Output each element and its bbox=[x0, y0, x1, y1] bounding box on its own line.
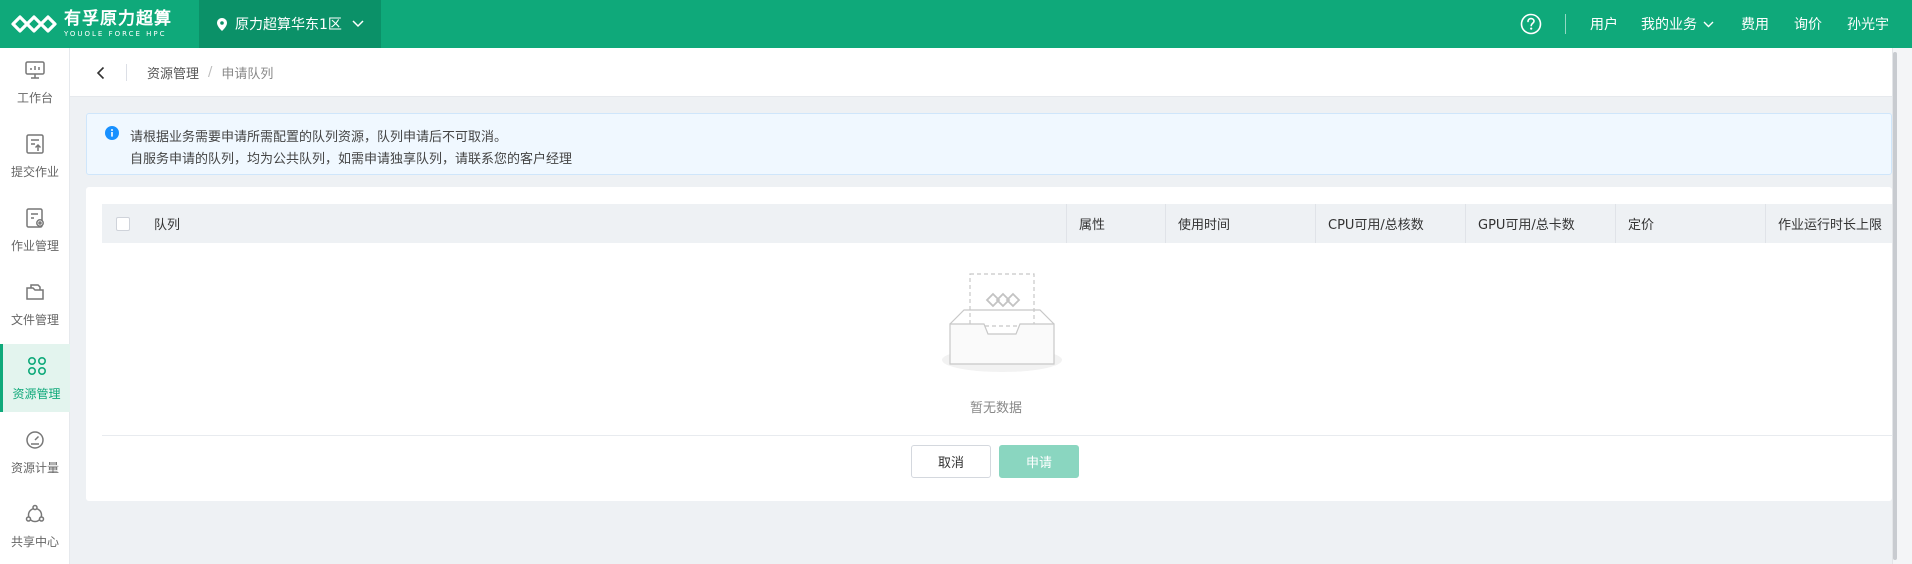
column-header-usage-time: 使用时间 bbox=[1165, 204, 1315, 243]
breadcrumb-parent-link[interactable]: 资源管理 bbox=[147, 63, 199, 82]
column-header-price: 定价 bbox=[1615, 204, 1765, 243]
sidebar-item-label: 共享中心 bbox=[10, 535, 59, 549]
back-arrow-icon[interactable] bbox=[92, 64, 110, 82]
info-notice: 请根据业务需要申请所需配置的队列资源，队列申请后不可取消。 自服务申请的队列，均… bbox=[86, 113, 1892, 175]
sidebar-item-submit-job[interactable]: 提交作业 bbox=[0, 122, 70, 190]
user-name-menu[interactable]: 孙光宇 bbox=[1847, 0, 1889, 48]
info-icon bbox=[105, 126, 119, 140]
nav-divider bbox=[1565, 14, 1566, 34]
region-selector[interactable]: 原力超算华东1区 bbox=[199, 0, 381, 48]
location-pin-icon bbox=[217, 17, 227, 31]
sidebar-item-share-center[interactable]: 共享中心 bbox=[0, 492, 70, 560]
column-header-queue: 队列 bbox=[154, 218, 181, 233]
sidebar-item-resource-metering[interactable]: 资源计量 bbox=[0, 418, 70, 486]
logo[interactable]: 有孚原力超算 YOUOLE FORCE HPC bbox=[10, 6, 172, 42]
sidebar-item-resource-management[interactable]: 资源管理 bbox=[0, 344, 70, 412]
divider bbox=[102, 435, 1892, 436]
submit-job-icon bbox=[26, 134, 44, 154]
column-header-cpu: CPU可用/总核数 bbox=[1315, 204, 1465, 243]
notice-line-1: 请根据业务需要申请所需配置的队列资源，队列申请后不可取消。 bbox=[130, 130, 508, 145]
gauge-icon bbox=[26, 431, 44, 449]
column-header-gpu: GPU可用/总卡数 bbox=[1465, 204, 1615, 243]
nav-users-link[interactable]: 用户 bbox=[1590, 0, 1618, 48]
logo-text-en: YOUOLE FORCE HPC bbox=[64, 29, 167, 38]
chevron-down-icon bbox=[1703, 21, 1714, 27]
region-label: 原力超算华东1区 bbox=[235, 17, 342, 33]
logo-icon bbox=[11, 15, 57, 33]
queue-table-card: 队列 属性 使用时间 CPU可用/总核数 GPU可用/总卡数 定价 作业运行时长… bbox=[86, 187, 1892, 501]
breadcrumb: 资源管理 / 申请队列 bbox=[147, 48, 273, 97]
nav-fees-link[interactable]: 费用 bbox=[1741, 0, 1769, 48]
sidebar-item-label: 文件管理 bbox=[10, 313, 59, 327]
sidebar-item-file-management[interactable]: 文件管理 bbox=[0, 270, 70, 338]
job-manage-icon bbox=[26, 208, 44, 228]
folder-icon bbox=[26, 284, 44, 300]
sidebar: 工作台 提交作业 作业管理 文件管理 资源管理 资源计量 共享中心 bbox=[0, 48, 70, 564]
empty-state-text: 暂无数据 bbox=[969, 401, 1022, 416]
nav-my-business-menu[interactable]: 我的业务 bbox=[1641, 0, 1714, 48]
share-icon bbox=[25, 504, 45, 523]
breadcrumb-separator: / bbox=[208, 65, 213, 80]
chevron-down-icon bbox=[352, 20, 364, 28]
breadcrumb-bar: 资源管理 / 申请队列 bbox=[70, 48, 1892, 97]
cancel-button[interactable]: 取消 bbox=[911, 445, 991, 478]
nav-inquiry-link[interactable]: 询价 bbox=[1794, 0, 1822, 48]
column-header-max-runtime: 作业运行时长上限 bbox=[1765, 204, 1892, 243]
breadcrumb-current: 申请队列 bbox=[221, 67, 274, 82]
sidebar-item-workbench[interactable]: 工作台 bbox=[0, 48, 70, 116]
sidebar-item-job-management[interactable]: 作业管理 bbox=[0, 196, 70, 264]
table-header: 队列 属性 使用时间 CPU可用/总核数 GPU可用/总卡数 定价 作业运行时长… bbox=[102, 204, 1892, 243]
logo-text-cn: 有孚原力超算 bbox=[64, 8, 172, 29]
monitor-icon bbox=[25, 61, 45, 79]
breadcrumb-divider bbox=[126, 64, 127, 81]
sidebar-item-label: 作业管理 bbox=[10, 239, 59, 253]
sidebar-item-label: 提交作业 bbox=[10, 165, 59, 179]
help-icon[interactable] bbox=[1520, 13, 1542, 35]
empty-box-icon bbox=[942, 273, 1062, 372]
sidebar-item-label: 资源计量 bbox=[10, 461, 59, 475]
sidebar-item-label: 资源管理 bbox=[12, 387, 61, 401]
scrollbar-thumb[interactable] bbox=[1893, 52, 1897, 560]
apply-button[interactable]: 申请 bbox=[999, 445, 1079, 478]
resource-grid-icon bbox=[27, 356, 46, 376]
notice-line-2: 自服务申请的队列，均为公共队列，如需申请独享队列，请联系您的客户经理 bbox=[130, 152, 573, 167]
sidebar-item-label: 工作台 bbox=[16, 91, 53, 105]
top-navbar: 有孚原力超算 YOUOLE FORCE HPC 原力超算华东1区 用户 我的业务… bbox=[0, 0, 1912, 48]
select-all-checkbox[interactable] bbox=[116, 217, 130, 231]
column-header-attribute: 属性 bbox=[1066, 204, 1166, 243]
nav-my-business-label: 我的业务 bbox=[1641, 17, 1697, 33]
